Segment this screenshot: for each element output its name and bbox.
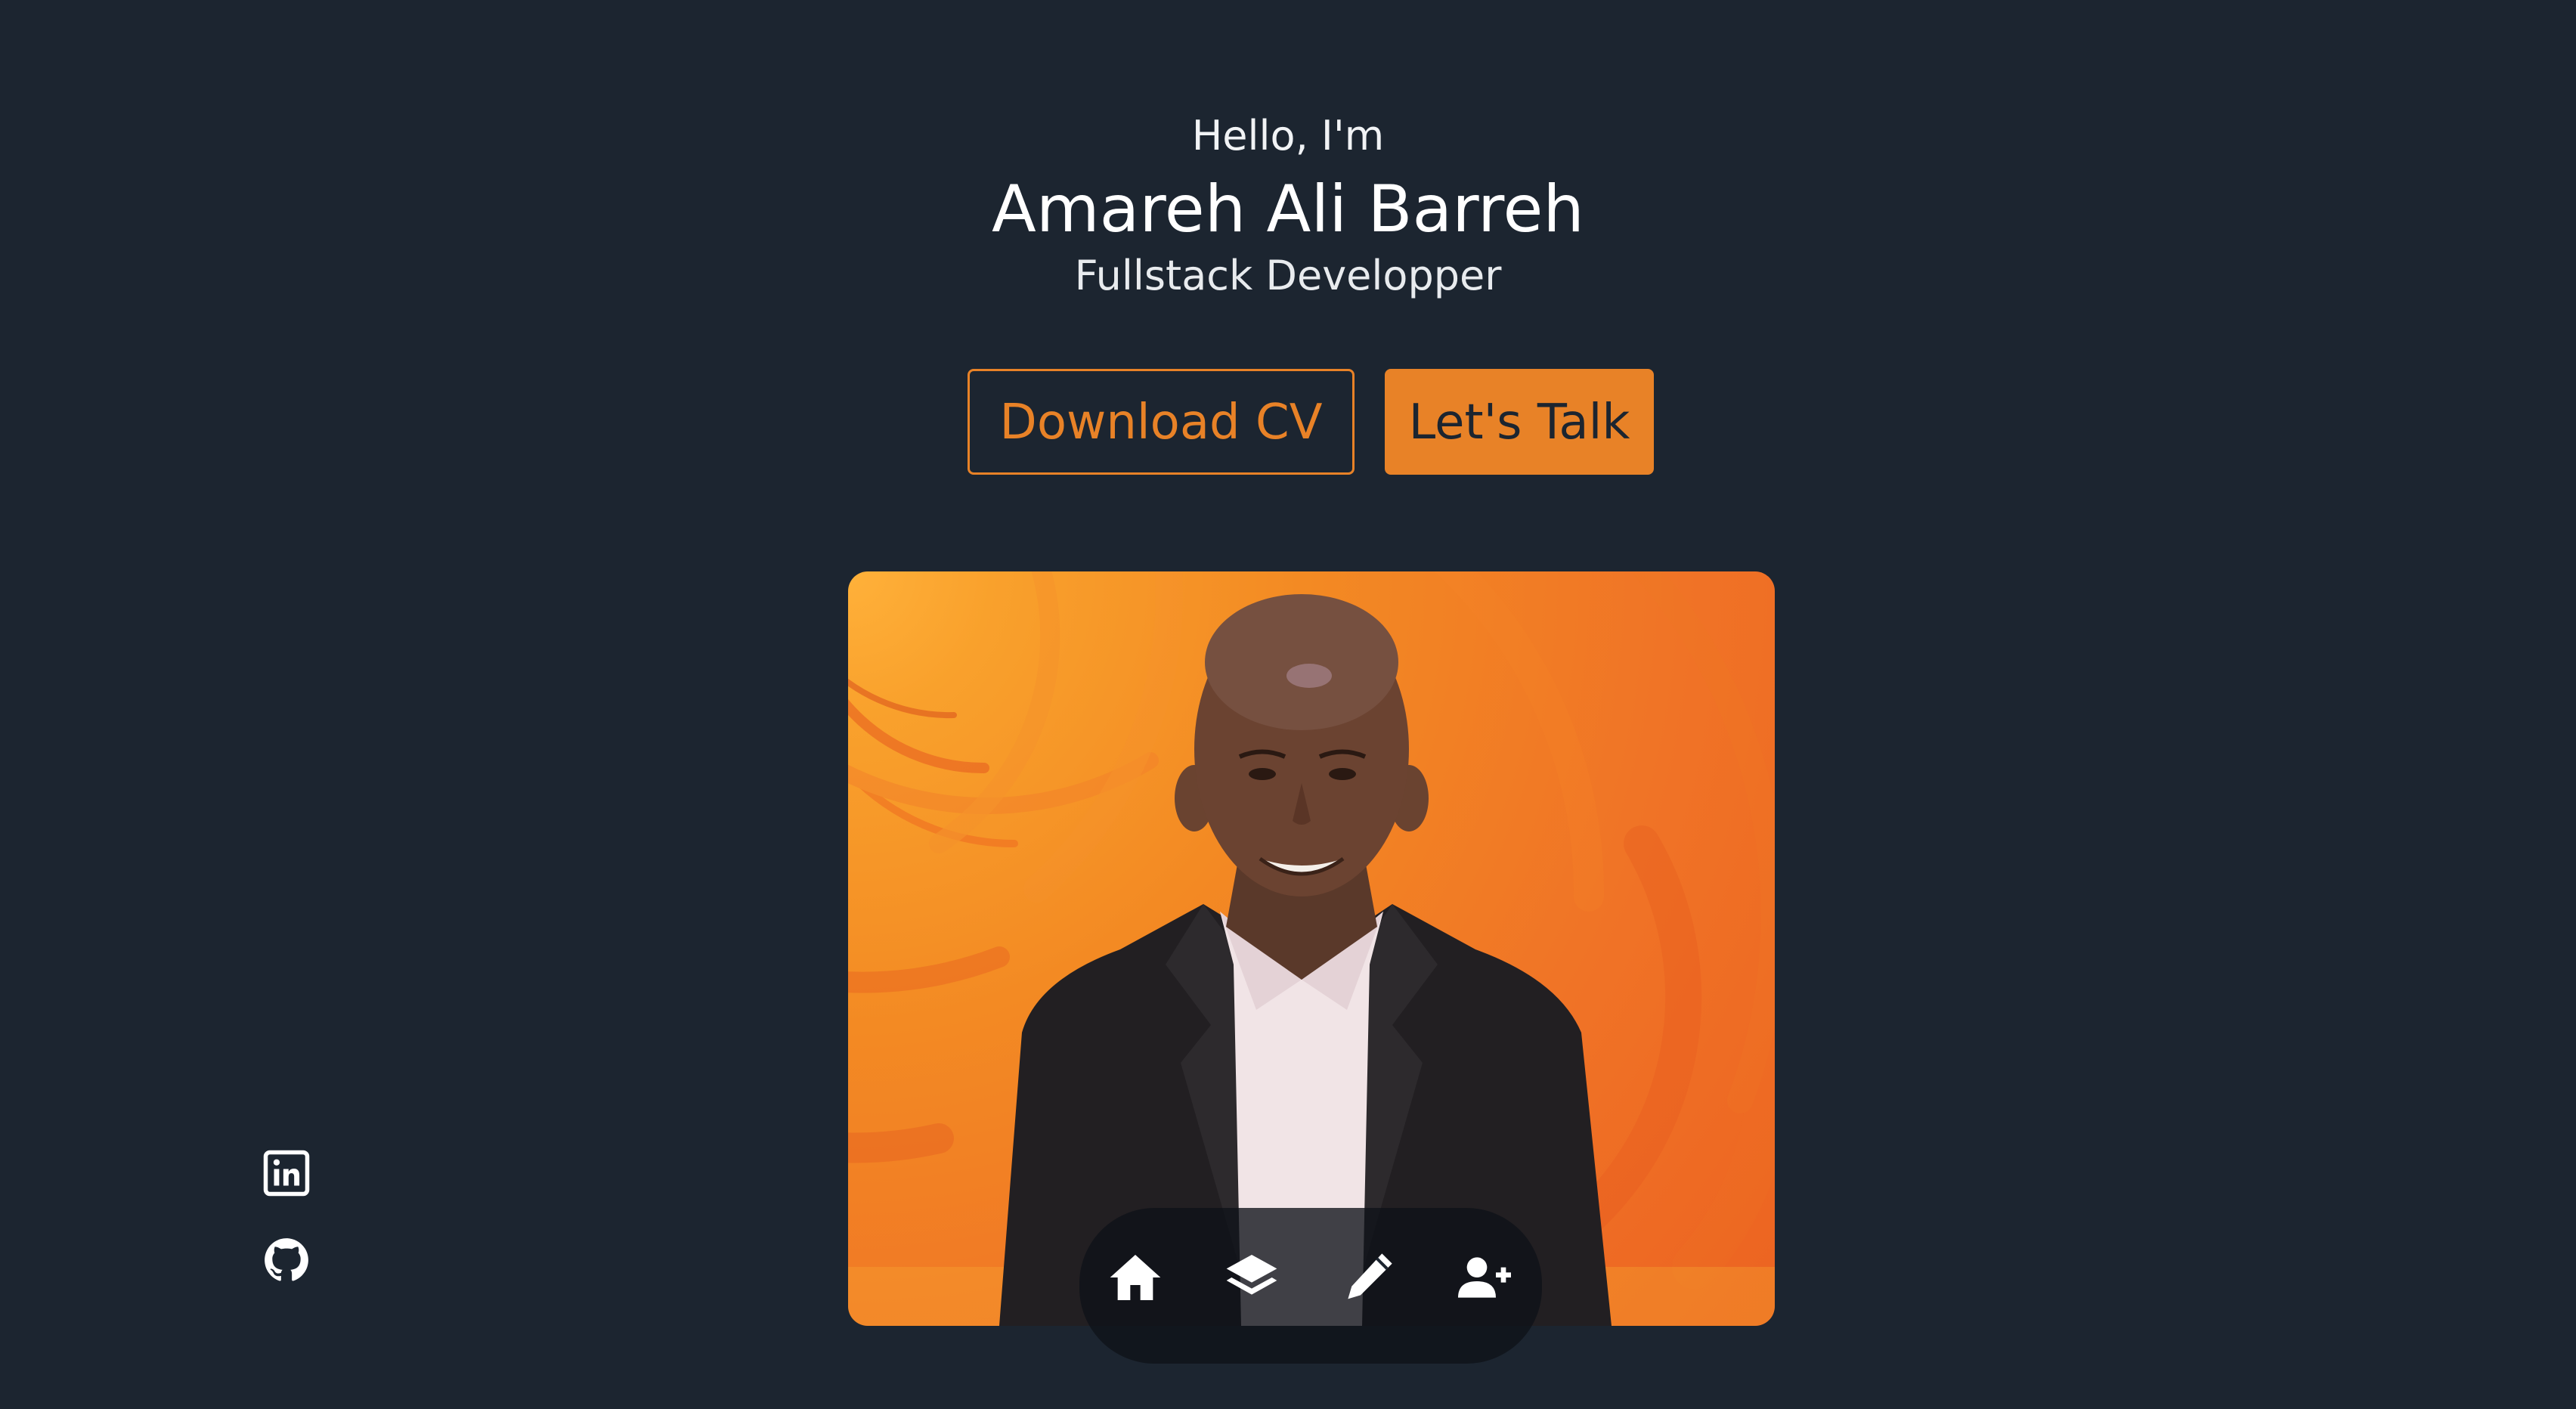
home-icon[interactable]	[1105, 1247, 1166, 1308]
greeting-text: Hello, I'm	[1191, 112, 1385, 159]
github-icon[interactable]	[262, 1235, 311, 1285]
linkedin-icon[interactable]	[262, 1148, 311, 1198]
hero-role: Fullstack Developper	[1074, 252, 1502, 299]
portfolio-page: Hello, I'm Amareh Ali Barreh Fullstack D…	[0, 0, 2576, 1409]
lets-talk-button[interactable]: Let's Talk	[1385, 369, 1654, 475]
layers-icon[interactable]	[1221, 1247, 1282, 1308]
pencil-icon[interactable]	[1338, 1247, 1398, 1308]
user-plus-icon[interactable]	[1454, 1247, 1515, 1308]
hero-name: Amareh Ali Barreh	[992, 172, 1584, 247]
download-cv-button[interactable]: Download CV	[968, 369, 1355, 475]
